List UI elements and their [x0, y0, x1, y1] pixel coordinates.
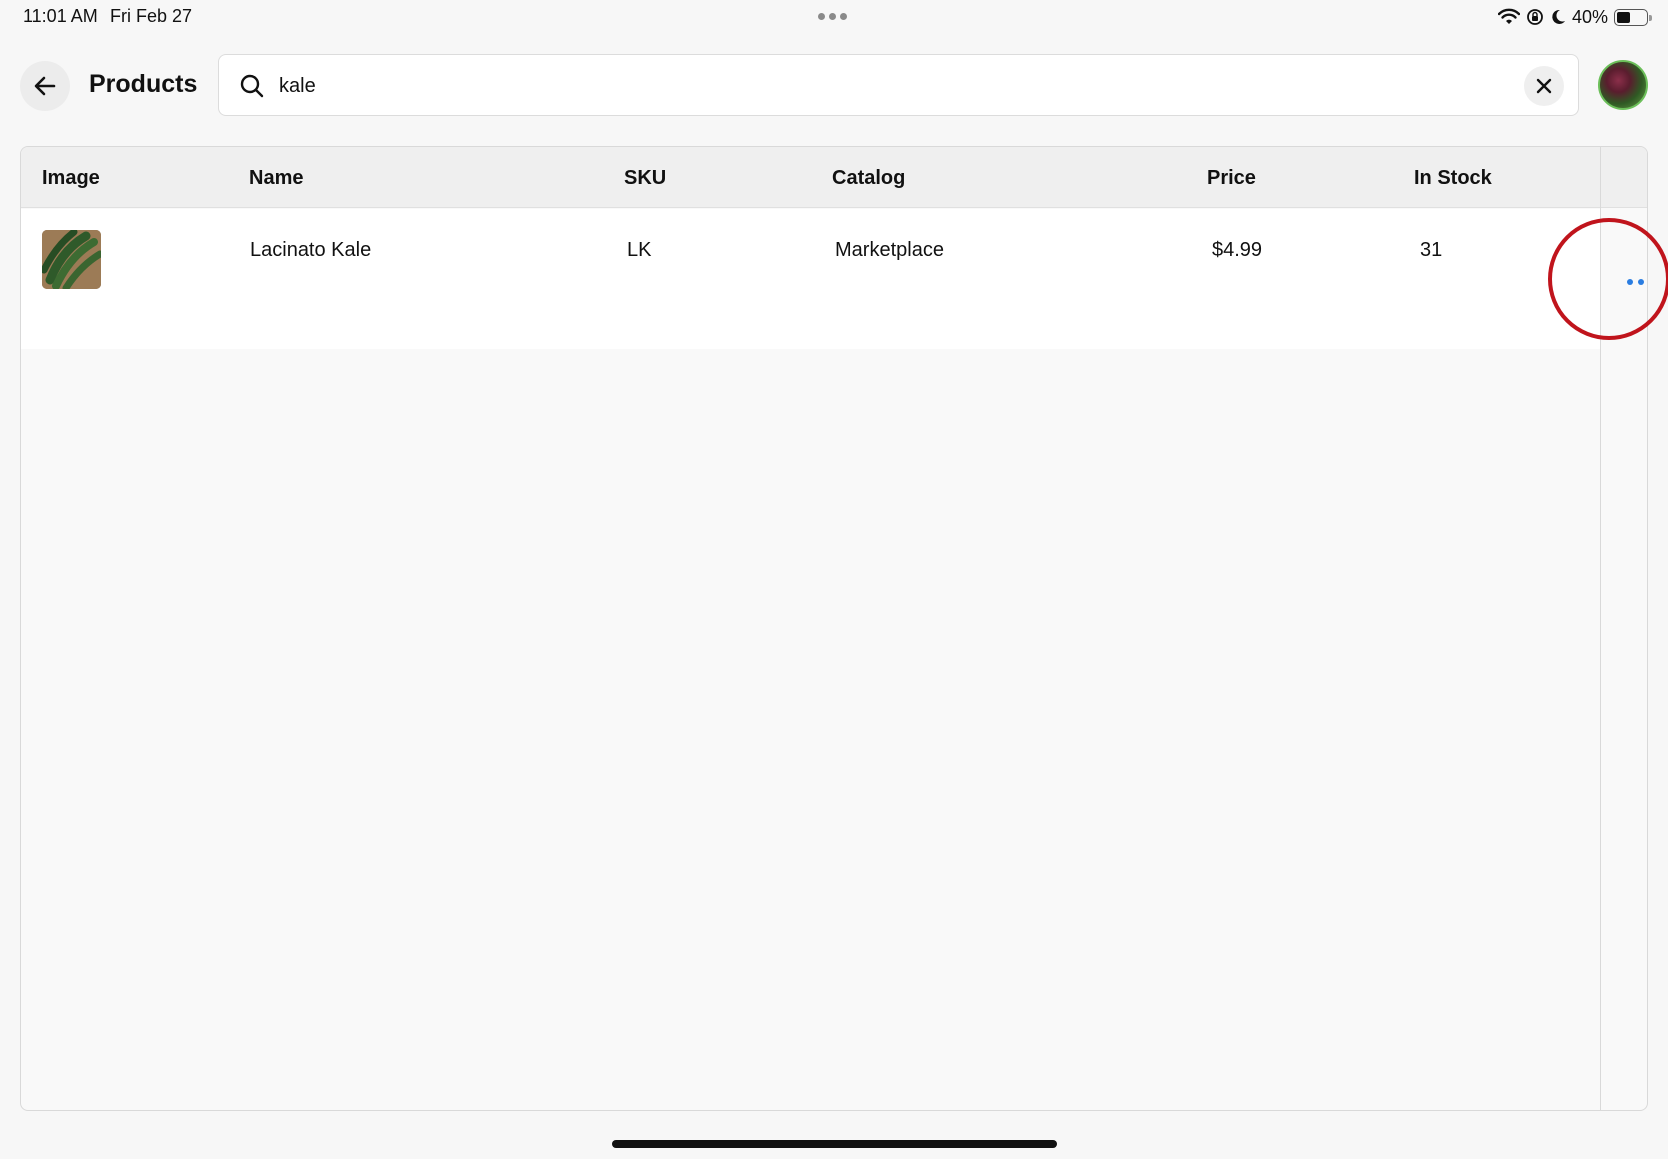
product-catalog: Marketplace [835, 239, 944, 261]
status-date: Fri Feb 27 [110, 6, 193, 26]
actions-column-divider [1600, 147, 1601, 1110]
avatar[interactable] [1598, 60, 1648, 110]
status-indicators: 40% [1497, 5, 1652, 29]
status-time: 11:01 AM [23, 6, 98, 26]
column-header-sku[interactable]: SKU [624, 167, 666, 190]
product-name: Lacinato Kale [250, 239, 372, 261]
product-price: $4.99 [1212, 239, 1263, 261]
status-bar: 11:01 AM Fri Feb 27 40% [0, 0, 1668, 34]
page-title: Products [89, 70, 198, 98]
multitask-dots-icon[interactable] [818, 13, 847, 20]
table-row[interactable]: Lacinato Kale LK Marketplace $4.99 31 [21, 209, 1600, 349]
products-table: Image Name SKU Catalog Price In Stock La… [20, 146, 1648, 1111]
wifi-icon [1497, 8, 1520, 24]
more-horizontal-icon [1627, 279, 1633, 285]
close-icon [1536, 78, 1552, 94]
product-sku: LK [627, 239, 652, 261]
do-not-disturb-moon-icon [1552, 9, 1565, 24]
column-header-in-stock[interactable]: In Stock [1414, 167, 1492, 190]
product-image [42, 230, 101, 289]
battery-percent: 40% [1571, 6, 1608, 27]
arrow-left-icon [34, 76, 56, 96]
row-actions-button[interactable] [1621, 267, 1647, 297]
battery-icon [1614, 8, 1652, 26]
column-header-name[interactable]: Name [249, 167, 303, 190]
table-header: Image Name SKU Catalog Price In Stock [21, 147, 1647, 208]
column-header-image[interactable]: Image [42, 167, 100, 190]
home-indicator[interactable] [612, 1140, 1057, 1148]
orientation-lock-icon [1527, 9, 1543, 25]
search-input[interactable] [279, 69, 1429, 103]
back-button[interactable] [20, 61, 70, 111]
clear-search-button[interactable] [1524, 66, 1564, 106]
column-header-catalog[interactable]: Catalog [832, 167, 905, 190]
column-header-price[interactable]: Price [1207, 167, 1256, 190]
product-in-stock: 31 [1420, 239, 1443, 261]
search-box[interactable] [218, 54, 1579, 116]
search-icon [240, 74, 264, 98]
